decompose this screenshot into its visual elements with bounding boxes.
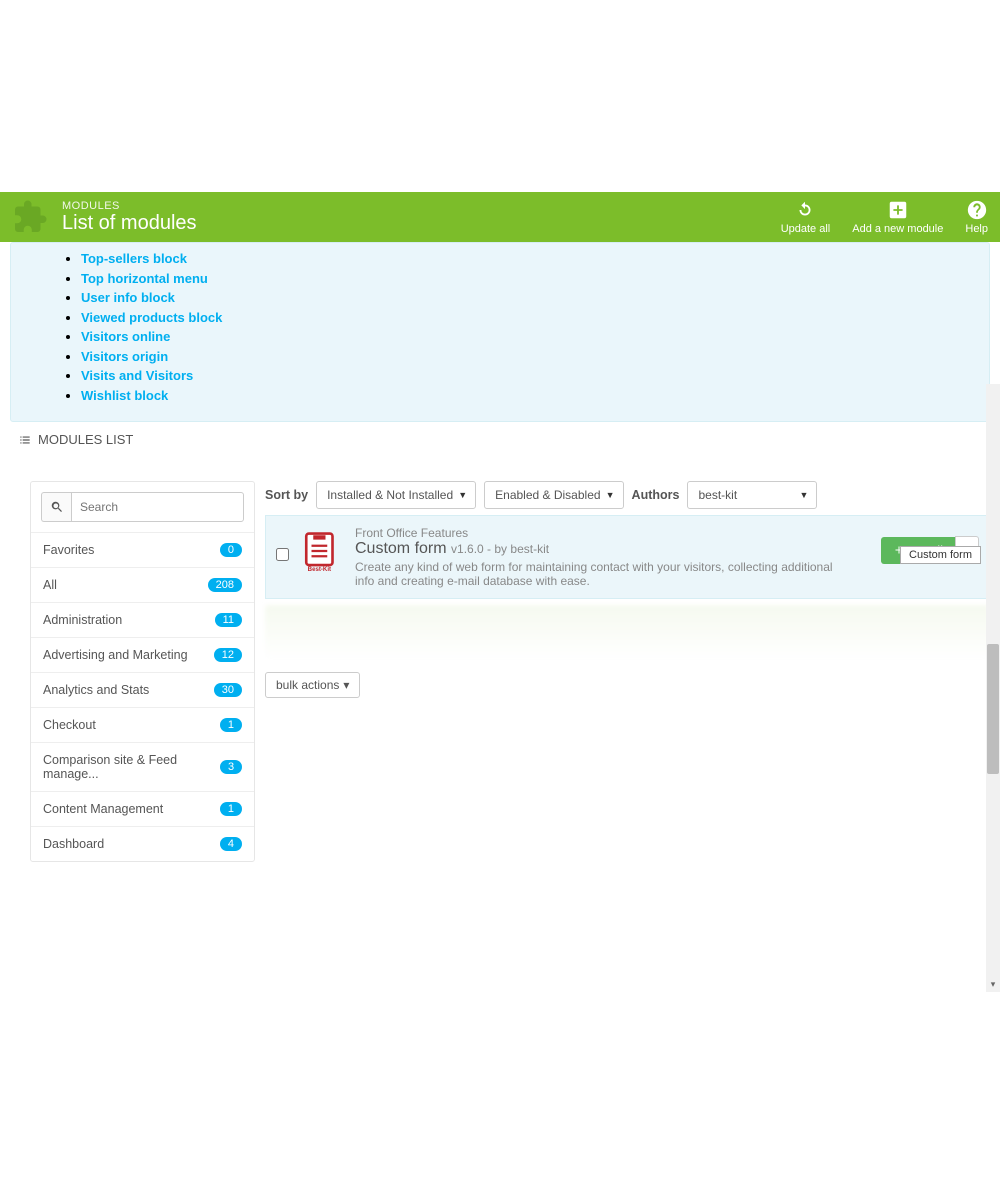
module-description: Create any kind of web form for maintain… xyxy=(355,560,855,588)
sidebar-category[interactable]: Analytics and Stats30 xyxy=(31,672,254,707)
scroll-down-icon[interactable]: ▾ xyxy=(986,979,1000,990)
refresh-icon xyxy=(794,199,816,221)
help-button[interactable]: Help xyxy=(965,199,988,235)
module-icon: Best-Kit xyxy=(301,530,343,572)
sidebar-category[interactable]: Comparison site & Feed manage...3 xyxy=(31,742,254,791)
help-icon xyxy=(966,199,988,221)
module-link[interactable]: Viewed products block xyxy=(81,310,222,325)
sidebar: Favorites0All208Administration11Advertis… xyxy=(30,481,255,862)
scrollbar[interactable]: ▾ xyxy=(986,384,1000,992)
sort-row: Sort by Installed & Not Installed Enable… xyxy=(265,481,990,509)
sidebar-category[interactable]: Administration11 xyxy=(31,602,254,637)
count-badge: 208 xyxy=(208,578,242,592)
list-icon xyxy=(18,433,32,447)
breadcrumb: MODULES xyxy=(62,200,197,212)
add-module-button[interactable]: Add a new module xyxy=(852,199,943,235)
module-link[interactable]: Visitors origin xyxy=(81,349,168,364)
sidebar-category[interactable]: Dashboard4 xyxy=(31,826,254,861)
count-badge: 1 xyxy=(220,802,242,816)
module-version: v1.6.0 - by best-kit xyxy=(451,542,549,556)
section-heading: MODULES LIST xyxy=(18,432,990,447)
module-link[interactable]: Visits and Visitors xyxy=(81,368,193,383)
topbar: MODULES List of modules Update all Add a… xyxy=(0,192,1000,242)
authors-select[interactable]: best-kit xyxy=(687,481,817,509)
count-badge: 4 xyxy=(220,837,242,851)
count-badge: 30 xyxy=(214,683,242,697)
tooltip: Custom form xyxy=(900,546,981,564)
header-titles: MODULES List of modules xyxy=(62,200,197,234)
main: Sort by Installed & Not Installed Enable… xyxy=(265,481,990,862)
sidebar-category[interactable]: Advertising and Marketing12 xyxy=(31,637,254,672)
module-link[interactable]: Top-sellers block xyxy=(81,251,187,266)
search-input[interactable] xyxy=(71,492,244,522)
svg-text:Best-Kit: Best-Kit xyxy=(308,566,331,572)
module-link[interactable]: Visitors online xyxy=(81,329,170,344)
count-badge: 11 xyxy=(215,613,242,627)
info-panel: Top-sellers block Top horizontal menu User… xyxy=(10,242,990,422)
module-link[interactable]: Wishlist block xyxy=(81,388,168,403)
update-all-button[interactable]: Update all xyxy=(781,199,831,235)
sort-label: Sort by xyxy=(265,488,308,502)
link-list: Top-sellers block Top horizontal menu User… xyxy=(21,249,979,405)
scrollbar-thumb[interactable] xyxy=(987,644,999,774)
blurred-module-row xyxy=(265,605,990,660)
page-title: List of modules xyxy=(62,212,197,234)
count-badge: 12 xyxy=(214,648,242,662)
topbar-actions: Update all Add a new module Help xyxy=(781,199,988,235)
search-row xyxy=(31,482,254,532)
sidebar-category[interactable]: Checkout1 xyxy=(31,707,254,742)
count-badge: 0 xyxy=(220,543,242,557)
module-info: Front Office Features Custom form v1.6.0… xyxy=(355,526,869,588)
module-link[interactable]: Top horizontal menu xyxy=(81,271,208,286)
content: Favorites0All208Administration11Advertis… xyxy=(0,451,1000,862)
count-badge: 3 xyxy=(220,760,242,774)
caret-down-icon: ▾ xyxy=(343,678,349,692)
topbar-left: MODULES List of modules xyxy=(12,199,197,235)
sidebar-category[interactable]: All208 xyxy=(31,567,254,602)
puzzle-icon xyxy=(12,199,48,235)
sidebar-category[interactable]: Favorites0 xyxy=(31,532,254,567)
sort-installed-select[interactable]: Installed & Not Installed xyxy=(316,481,476,509)
module-row: Best-Kit Front Office Features Custom fo… xyxy=(265,515,990,599)
module-name: Custom form xyxy=(355,540,447,557)
count-badge: 1 xyxy=(220,718,242,732)
module-link[interactable]: User info block xyxy=(81,290,175,305)
module-checkbox[interactable] xyxy=(276,548,289,561)
plus-square-icon xyxy=(887,199,909,221)
authors-label: Authors xyxy=(632,488,680,502)
module-category: Front Office Features xyxy=(355,526,869,540)
sidebar-category[interactable]: Content Management1 xyxy=(31,791,254,826)
search-button[interactable] xyxy=(41,492,71,522)
search-icon xyxy=(50,500,64,514)
bulk-actions-button[interactable]: bulk actions ▾ xyxy=(265,672,360,698)
sort-enabled-select[interactable]: Enabled & Disabled xyxy=(484,481,623,509)
